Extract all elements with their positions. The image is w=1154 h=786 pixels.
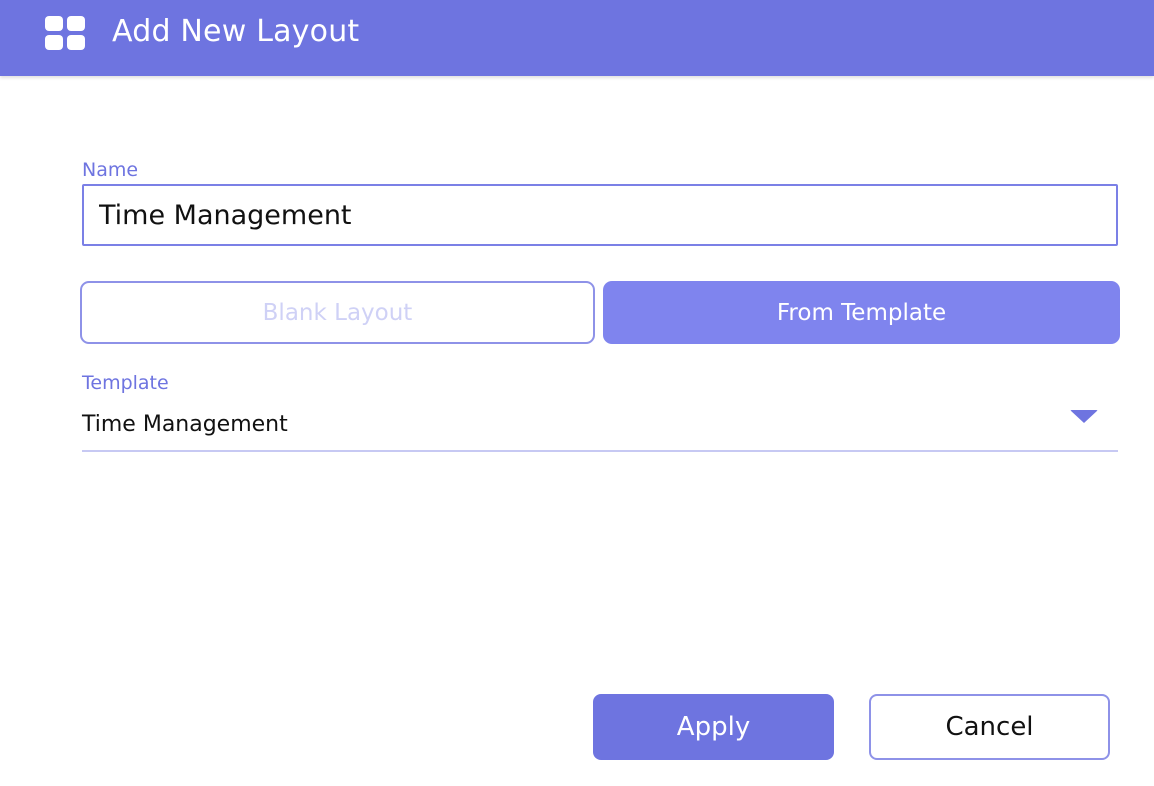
template-label: Template (82, 372, 169, 394)
dialog-title: Add New Layout (112, 14, 360, 49)
template-select[interactable]: Time Management (82, 404, 1118, 452)
blank-layout-button[interactable]: Blank Layout (80, 281, 595, 344)
name-input[interactable] (82, 184, 1118, 246)
add-layout-dialog: Add New Layout Name Blank Layout From Te… (0, 0, 1154, 786)
layout-grid-icon (45, 16, 85, 50)
cancel-button[interactable]: Cancel (869, 694, 1110, 760)
dropdown-arrow-icon[interactable] (1070, 410, 1098, 423)
from-template-button[interactable]: From Template (603, 281, 1120, 344)
template-selected-value: Time Management (82, 412, 288, 437)
dialog-titlebar: Add New Layout (0, 0, 1154, 76)
name-label: Name (82, 159, 139, 181)
apply-button[interactable]: Apply (593, 694, 834, 760)
